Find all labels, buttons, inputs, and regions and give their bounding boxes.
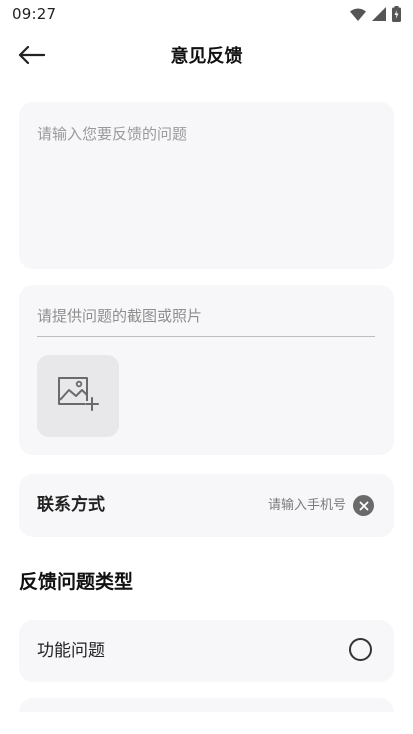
bottom-fade bbox=[0, 712, 413, 734]
feedback-type-heading: 反馈问题类型 bbox=[19, 571, 134, 593]
screenshot-hint: 请提供问题的截图或照片 bbox=[37, 307, 203, 325]
status-time: 09:27 bbox=[12, 5, 57, 23]
option-label: 功能问题 bbox=[37, 641, 105, 661]
phone-number-input[interactable] bbox=[204, 492, 346, 519]
status-bar: 09:27 bbox=[0, 0, 413, 28]
arrow-left-icon bbox=[17, 45, 46, 69]
clear-phone-button[interactable] bbox=[353, 495, 374, 516]
problem-description-input[interactable] bbox=[19, 102, 394, 269]
cellular-signal-icon bbox=[372, 7, 386, 21]
clear-circle-icon bbox=[359, 496, 369, 515]
feedback-type-option[interactable]: 功能问题 bbox=[19, 620, 394, 682]
problem-description-card bbox=[19, 102, 394, 269]
contact-card: 联系方式 bbox=[19, 474, 394, 537]
contact-label: 联系方式 bbox=[37, 495, 105, 515]
add-image-button[interactable] bbox=[37, 355, 119, 437]
page-title: 意见反馈 bbox=[170, 46, 243, 67]
radio-button[interactable] bbox=[349, 638, 372, 661]
top-nav-bar: 意见反馈 bbox=[0, 30, 413, 84]
battery-charging-icon bbox=[392, 6, 401, 22]
wifi-icon bbox=[350, 8, 366, 21]
status-icons bbox=[350, 6, 401, 22]
back-button[interactable] bbox=[14, 42, 48, 72]
image-add-icon bbox=[57, 376, 99, 416]
divider bbox=[37, 336, 375, 337]
screenshot-upload-card: 请提供问题的截图或照片 bbox=[19, 285, 394, 455]
